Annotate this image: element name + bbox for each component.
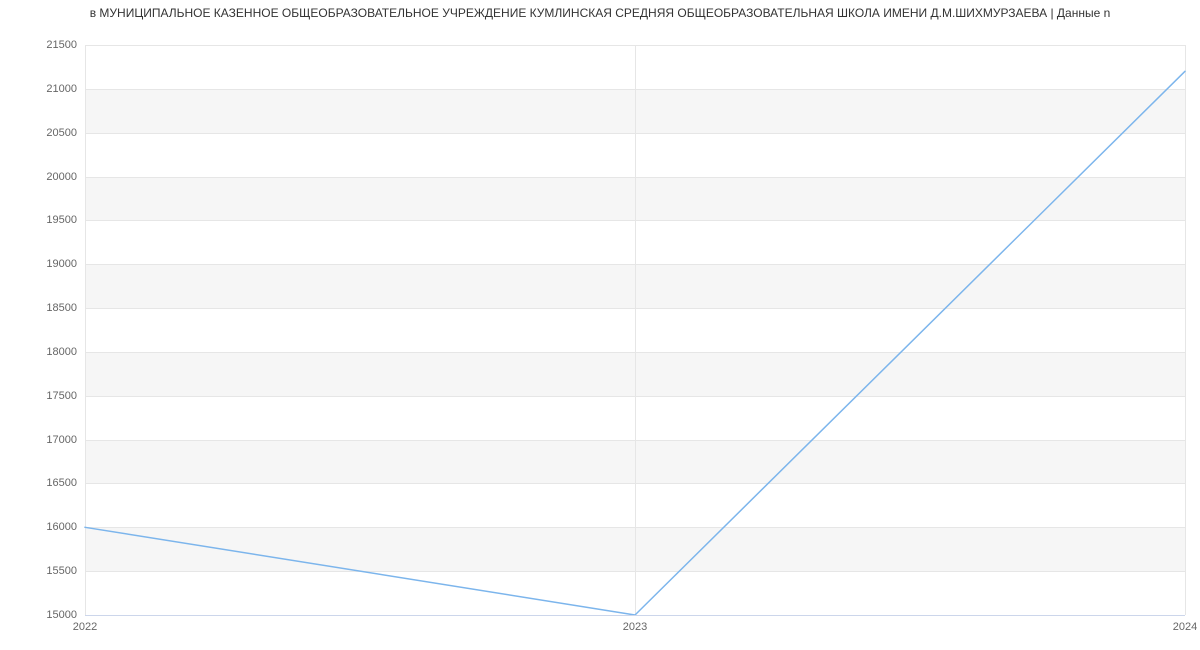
y-tick-label: 17500 [46, 390, 77, 402]
y-tick-label: 15500 [46, 565, 77, 577]
y-tick-label: 18000 [46, 346, 77, 358]
x-tick-label: 2024 [1173, 621, 1197, 633]
y-tick-label: 20500 [46, 127, 77, 139]
y-tick-label: 18500 [46, 302, 77, 314]
y-tick-label: 20000 [46, 171, 77, 183]
chart-title: в МУНИЦИПАЛЬНОЕ КАЗЕННОЕ ОБЩЕОБРАЗОВАТЕЛ… [0, 6, 1200, 20]
y-tick-label: 16000 [46, 521, 77, 533]
y-tick-label: 15000 [46, 609, 77, 621]
series-line [85, 71, 1185, 615]
v-grid-line [1185, 45, 1186, 615]
plot-area: 1500015500160001650017000175001800018500… [85, 45, 1185, 615]
x-tick-label: 2022 [73, 621, 97, 633]
y-tick-label: 21500 [46, 39, 77, 51]
y-tick-label: 19500 [46, 214, 77, 226]
y-tick-label: 19000 [46, 258, 77, 270]
y-tick-label: 17000 [46, 434, 77, 446]
x-axis-line [85, 615, 1185, 616]
x-tick-label: 2023 [623, 621, 647, 633]
y-tick-label: 21000 [46, 83, 77, 95]
y-tick-label: 16500 [46, 477, 77, 489]
line-layer [85, 45, 1185, 615]
